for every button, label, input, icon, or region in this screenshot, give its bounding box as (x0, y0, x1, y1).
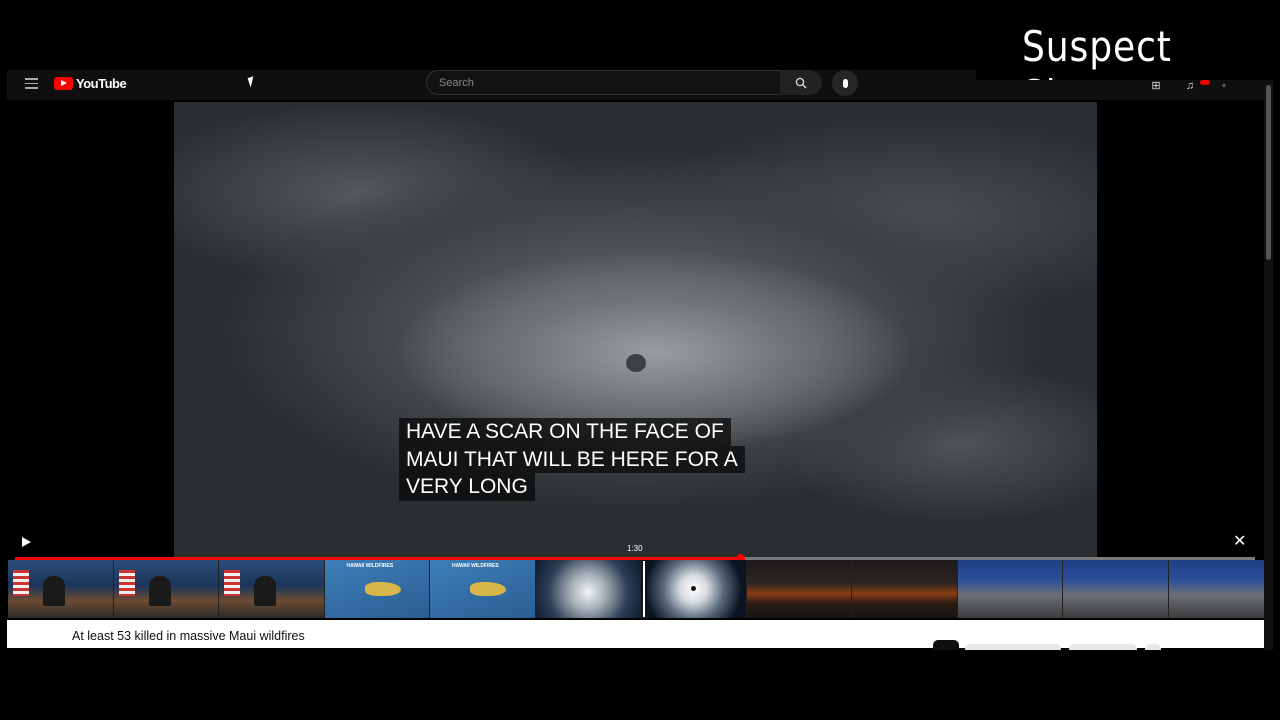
video-title: At least 53 killed in massive Maui wildf… (72, 629, 305, 643)
filter-chip-all[interactable] (933, 640, 959, 650)
storyboard-thumbnail[interactable]: HAWAII WILDFIRES (430, 560, 536, 618)
youtube-logo[interactable]: YouTube (54, 76, 127, 91)
voice-search-button[interactable] (832, 70, 858, 96)
caption-line: VERY LONG (399, 473, 535, 501)
storyboard-thumbnail[interactable] (1063, 560, 1169, 618)
thumbnail-label: HAWAII WILDFIRES (452, 563, 499, 569)
filter-chip[interactable] (1145, 644, 1161, 650)
search-button[interactable] (780, 70, 822, 95)
notification-badge (1200, 80, 1210, 85)
storyboard-thumbnail[interactable] (957, 560, 1063, 618)
thumbnail-label: HAWAII WILDFIRES (346, 563, 394, 569)
search-icon (795, 77, 807, 88)
caption-line: MAUI THAT WILL BE HERE FOR A (399, 445, 745, 473)
youtube-logo-text: YouTube (76, 76, 127, 91)
search-box[interactable] (426, 70, 781, 95)
storyboard-current-marker (643, 561, 645, 617)
microphone-icon (842, 78, 848, 88)
filter-chip[interactable] (1069, 644, 1137, 650)
youtube-play-logo-icon (54, 77, 73, 90)
video-info-area: At least 53 killed in massive Maui wildf… (7, 620, 1264, 650)
storyboard-thumbnail[interactable] (535, 560, 641, 618)
account-icon[interactable]: ◦ (1218, 80, 1230, 92)
notifications-icon[interactable]: ♫ (1184, 80, 1196, 92)
storyboard-thumbnail[interactable] (219, 560, 325, 618)
play-icon[interactable] (22, 537, 31, 547)
youtube-header: YouTube (7, 70, 976, 100)
storyboard-thumbnail[interactable] (746, 560, 852, 618)
hamburger-menu-icon[interactable] (25, 78, 38, 89)
storyboard-thumbnail[interactable] (641, 560, 747, 618)
storyboard-thumbnail[interactable] (113, 560, 219, 618)
hurricane-eye (626, 354, 646, 372)
search-input[interactable] (437, 76, 771, 90)
storyboard-thumbnail[interactable] (852, 560, 958, 618)
storyboard-thumbnail[interactable] (8, 560, 114, 618)
closed-captions: HAVE A SCAR ON THE FACE OF MAUI THAT WIL… (399, 418, 745, 501)
create-video-icon[interactable]: ⊞ (1150, 80, 1162, 92)
storyboard-thumbnail[interactable] (1168, 560, 1264, 618)
video-player[interactable]: HAVE A SCAR ON THE FACE OF MAUI THAT WIL… (7, 100, 1264, 620)
thumbnail-storyboard[interactable]: HAWAII WILDFIRES HAWAII WILDFIRES (8, 560, 1264, 618)
header-actions: ⊞ ♫ ◦ (1150, 80, 1230, 92)
close-icon[interactable]: ✕ (1233, 534, 1246, 550)
filter-chip[interactable] (965, 644, 1061, 650)
hover-time-tooltip: 1:30 (627, 544, 643, 553)
storyboard-thumbnail[interactable]: HAWAII WILDFIRES (324, 560, 430, 618)
scrollbar-thumb[interactable] (1266, 85, 1271, 260)
caption-line: HAVE A SCAR ON THE FACE OF (399, 418, 731, 446)
